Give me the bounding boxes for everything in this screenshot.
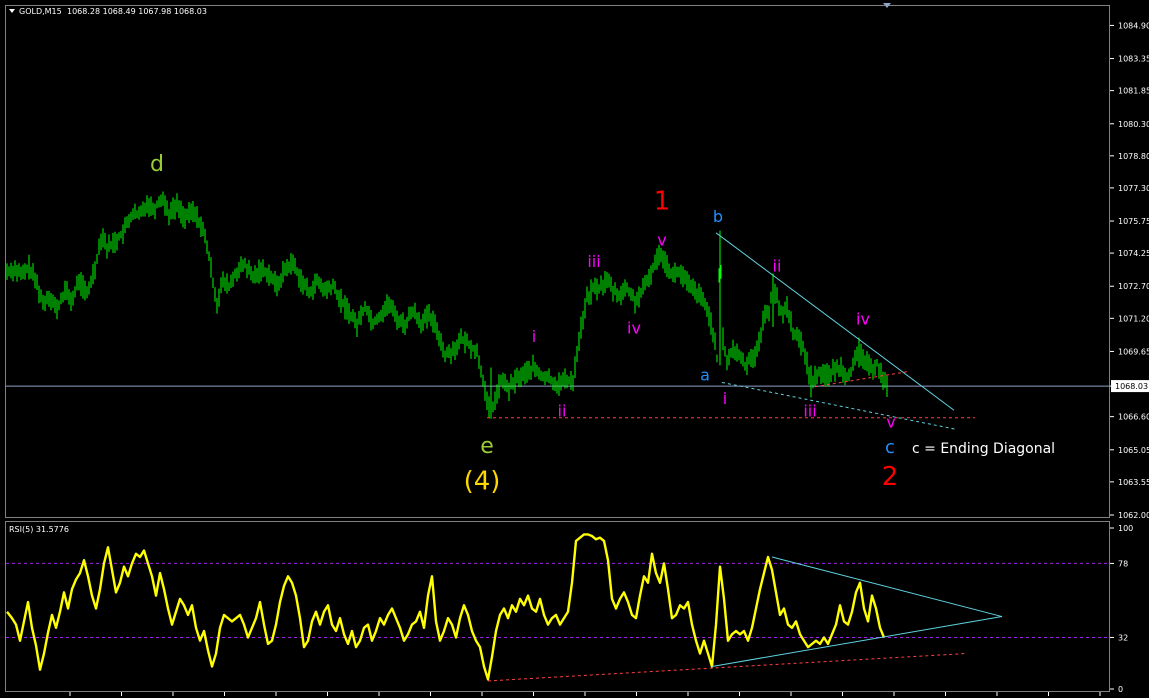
ohlc-label: 1068.28 1068.49 1067.98 1068.03 <box>67 7 207 16</box>
price-tick-label: 1075.75 <box>1118 217 1149 226</box>
symbol-label: GOLD,M15 <box>19 7 62 16</box>
price-tick-label: 1074.25 <box>1118 249 1149 258</box>
wave-label: v <box>886 412 895 431</box>
price-tick-label: 1078.80 <box>1118 152 1149 161</box>
wave-label: ii <box>773 256 782 275</box>
wave-label: 2 <box>882 462 899 492</box>
wave-label: d <box>150 152 164 177</box>
wave-label: iv <box>627 318 641 337</box>
wave-label: v <box>657 231 666 250</box>
price-tick-label: 1066.60 <box>1118 413 1149 422</box>
rsi-tick-label: 100 <box>1118 524 1133 533</box>
wave-label: c = Ending Diagonal <box>912 441 1055 457</box>
price-tick-label: 1072.70 <box>1118 282 1149 291</box>
price-tick-label: 1084.90 <box>1118 21 1149 30</box>
price-tick-label: 1083.35 <box>1118 55 1149 64</box>
wave-label: (4) <box>464 466 501 496</box>
rsi-tick-label: 32 <box>1118 633 1128 642</box>
price-tick-label: 1069.65 <box>1118 347 1149 356</box>
wave-label: ii <box>558 402 567 421</box>
price-tick-label: 1081.85 <box>1118 87 1149 96</box>
rsi-label: RSI(5) 31.5776 <box>9 525 69 534</box>
wave-label: b <box>713 207 723 226</box>
price-tick-label: 1080.30 <box>1118 120 1149 129</box>
wave-label: iii <box>803 402 816 421</box>
price-tick-label: 1062.00 <box>1118 511 1149 520</box>
wave-label: iv <box>856 310 870 329</box>
wave-label: a <box>700 365 710 384</box>
time-axis <box>69 692 1101 696</box>
price-tick-label: 1063.55 <box>1118 478 1149 487</box>
rsi-tick-label: 0 <box>1118 685 1123 694</box>
rsi-tick-label: 78 <box>1118 559 1128 568</box>
wave-label: i <box>723 389 727 408</box>
wave-label: e <box>480 434 494 459</box>
wave-label: c <box>885 437 895 458</box>
current-price-label: 1068.03 <box>1115 382 1148 391</box>
wave-label: iii <box>587 252 600 271</box>
price-tick-label: 1065.05 <box>1118 446 1149 455</box>
price-tick-label: 1077.30 <box>1118 184 1149 193</box>
price-tick-label: 1071.20 <box>1118 314 1149 323</box>
chart-window: GOLD,M15 1068.28 1068.49 1067.98 1068.03… <box>0 0 1149 698</box>
wave-label: 1 <box>654 186 671 216</box>
wave-label: i <box>532 327 536 346</box>
